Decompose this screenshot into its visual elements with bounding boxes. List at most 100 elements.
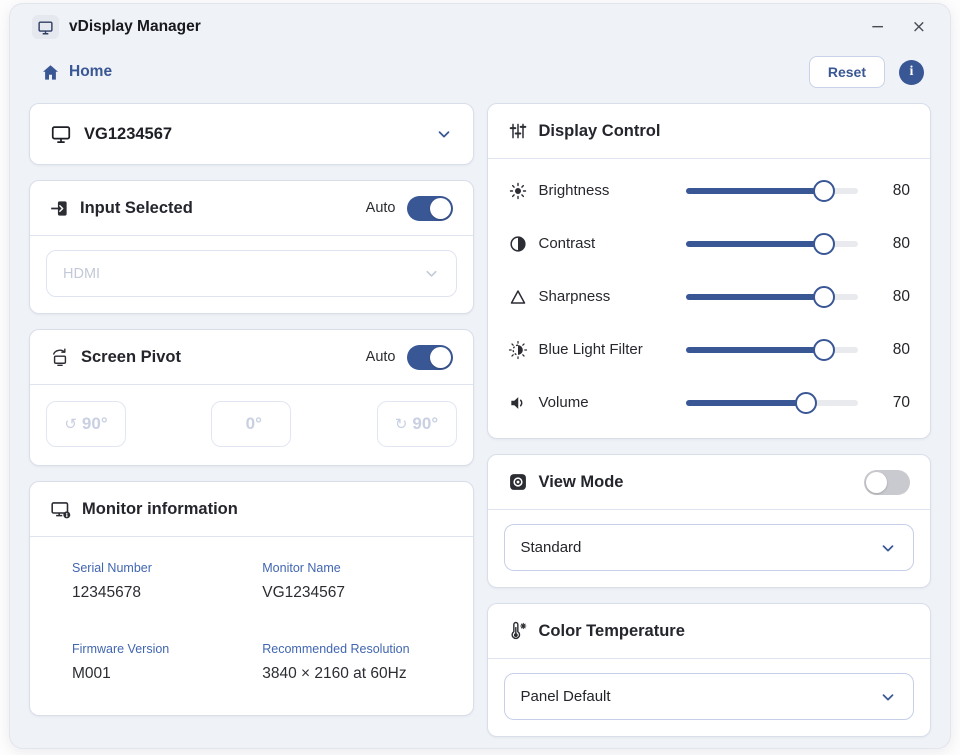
- pivot-button-label: 90°: [82, 414, 108, 434]
- slider-label: Volume: [539, 394, 686, 411]
- contrast-row: Contrast 80: [508, 217, 911, 270]
- contrast-slider[interactable]: [686, 232, 859, 256]
- monitor-info-icon: [50, 499, 71, 520]
- blue-light-filter-icon: [508, 340, 531, 360]
- pivot-button-label: 90°: [412, 414, 438, 434]
- rotate-ccw-icon: ↺: [64, 415, 77, 433]
- info-field-value: 12345678: [72, 584, 262, 602]
- display-control-title: Display Control: [539, 122, 661, 141]
- monitor-information-header: Monitor information: [30, 482, 473, 537]
- slider-fill: [686, 241, 824, 247]
- toggle-knob: [430, 198, 451, 219]
- chevron-down-icon: [435, 125, 453, 143]
- slider-fill: [686, 400, 807, 406]
- slider-fill: [686, 347, 824, 353]
- brightness-row: Brightness 80: [508, 164, 911, 217]
- titlebar: vDisplay Manager − ×: [10, 4, 950, 45]
- view-mode-select[interactable]: Standard: [504, 524, 915, 571]
- pivot-0-button[interactable]: 0°: [211, 401, 291, 447]
- brightness-icon: [508, 181, 531, 201]
- slider-label: Blue Light Filter: [539, 341, 686, 358]
- input-source-select[interactable]: HDMI: [46, 250, 457, 297]
- view-mode-body: Standard: [488, 510, 931, 587]
- auto-label: Auto: [366, 200, 396, 216]
- color-temperature-select[interactable]: Panel Default: [504, 673, 915, 720]
- monitor-select-dropdown[interactable]: VG1234567: [29, 103, 474, 165]
- info-field-label: Firmware Version: [72, 642, 262, 656]
- chevron-down-icon: [879, 688, 897, 706]
- slider-knob[interactable]: [813, 286, 835, 308]
- slider-value: 80: [874, 235, 910, 253]
- toggle-knob: [430, 347, 451, 368]
- reset-button[interactable]: Reset: [809, 56, 885, 88]
- info-field-value: M001: [72, 665, 262, 683]
- sharpness-icon: [508, 287, 531, 307]
- screen-pivot-header: Screen Pivot Auto: [30, 330, 473, 385]
- slider-value: 70: [874, 394, 910, 412]
- pivot-button-label: 0°: [246, 414, 262, 434]
- monitor-information-title: Monitor information: [82, 500, 238, 519]
- info-field-label: Recommended Resolution: [262, 642, 452, 656]
- info-field-label: Serial Number: [72, 561, 262, 575]
- app-window: vDisplay Manager − × Home Reset i: [9, 3, 951, 749]
- volume-icon: [508, 393, 531, 413]
- info-field-monitor-name: Monitor Name VG1234567: [262, 561, 452, 602]
- slider-knob[interactable]: [813, 233, 835, 255]
- input-selected-card: Input Selected Auto HDMI: [29, 180, 474, 314]
- display-control-header: Display Control: [488, 104, 931, 159]
- monitor-select-value: VG1234567: [84, 125, 172, 144]
- info-field-value: 3840 × 2160 at 60Hz: [262, 665, 452, 683]
- window-controls: − ×: [871, 19, 927, 36]
- slider-fill: [686, 188, 824, 194]
- app-title: vDisplay Manager: [69, 18, 201, 36]
- view-mode-icon: [508, 472, 528, 492]
- view-mode-title: View Mode: [539, 473, 624, 492]
- sliders-icon: [508, 121, 528, 141]
- info-field-label: Monitor Name: [262, 561, 452, 575]
- color-temperature-body: Panel Default: [488, 659, 931, 736]
- pivot-ccw-90-button[interactable]: ↺ 90°: [46, 401, 126, 447]
- minimize-button[interactable]: −: [871, 19, 885, 36]
- auto-label: Auto: [366, 349, 396, 365]
- slider-knob[interactable]: [813, 180, 835, 202]
- input-auto-toggle[interactable]: [407, 196, 453, 221]
- screen-pivot-card: Screen Pivot Auto ↺ 90° 0°: [29, 329, 474, 466]
- input-source-value: HDMI: [63, 266, 100, 282]
- screen-pivot-icon: [50, 347, 70, 367]
- rotate-cw-icon: ↻: [395, 415, 408, 433]
- info-icon[interactable]: i: [899, 60, 924, 85]
- nav-right: Reset i: [809, 56, 924, 88]
- view-mode-toggle[interactable]: [864, 470, 910, 495]
- info-field-serial-number: Serial Number 12345678: [72, 561, 262, 602]
- close-button[interactable]: ×: [912, 19, 926, 36]
- sharpness-row: Sharpness 80: [508, 270, 911, 323]
- screen-pivot-body: ↺ 90° 0° ↻ 90°: [30, 385, 473, 465]
- slider-value: 80: [874, 341, 910, 359]
- contrast-icon: [508, 234, 531, 254]
- slider-fill: [686, 294, 824, 300]
- content: VG1234567 Input Selected: [10, 103, 950, 737]
- color-temperature-card: Color Temperature Panel Default: [487, 603, 932, 737]
- input-selected-header: Input Selected Auto: [30, 181, 473, 236]
- slider-label: Contrast: [539, 235, 686, 252]
- slider-knob[interactable]: [813, 339, 835, 361]
- color-temperature-value: Panel Default: [521, 688, 611, 705]
- display-control-card: Display Control Brightness: [487, 103, 932, 439]
- slider-label: Brightness: [539, 182, 686, 199]
- pivot-cw-90-button[interactable]: ↻ 90°: [377, 401, 457, 447]
- sharpness-slider[interactable]: [686, 285, 859, 309]
- home-link[interactable]: Home: [41, 63, 112, 82]
- color-temperature-icon: [508, 621, 528, 641]
- nav-row: Home Reset i: [10, 45, 950, 103]
- pivot-auto-toggle[interactable]: [407, 345, 453, 370]
- blue-light-filter-slider[interactable]: [686, 338, 859, 362]
- volume-slider[interactable]: [686, 391, 859, 415]
- home-label: Home: [69, 63, 112, 81]
- input-source-icon: [50, 199, 69, 218]
- home-icon: [41, 63, 60, 82]
- brightness-slider[interactable]: [686, 179, 859, 203]
- info-field-value: VG1234567: [262, 584, 452, 602]
- slider-knob[interactable]: [795, 392, 817, 414]
- view-mode-value: Standard: [521, 539, 582, 556]
- input-selected-title: Input Selected: [80, 199, 193, 218]
